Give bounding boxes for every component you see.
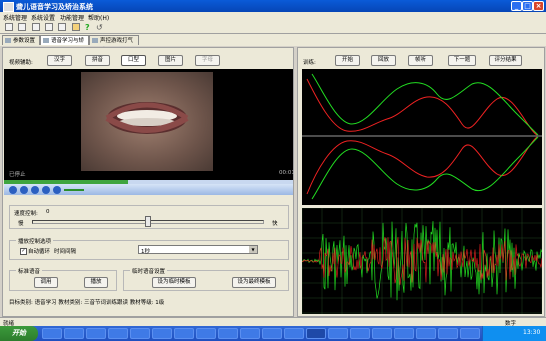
auto-loop-checkbox[interactable]: ✓ (20, 248, 27, 255)
right-panel: 训练: 开始 回放 帧听 下一题 评分结果 (297, 47, 545, 317)
tab-balloon-game[interactable]: 声控游戏打气球 (89, 35, 139, 54)
player-time: 00:01 (279, 170, 295, 176)
speed-label: 速度控制: (14, 211, 38, 217)
chevron-down-icon[interactable]: ▼ (249, 246, 257, 253)
play-icon[interactable] (9, 186, 17, 194)
slow-label: 慢 (18, 221, 24, 227)
set-temp-template-button[interactable]: 设为临时模板 (152, 277, 196, 288)
tab-parameters-label: 参数设置 (13, 38, 36, 44)
speed-value: 0 (46, 209, 50, 215)
forward-icon[interactable] (42, 186, 50, 194)
task-item-active[interactable] (306, 328, 326, 339)
set-final-template-button[interactable]: 设为最终模板 (232, 277, 276, 288)
task-item-17[interactable] (438, 328, 458, 339)
mouth-video (81, 72, 213, 171)
speed-slider-thumb[interactable] (145, 216, 151, 227)
quicklaunch-1[interactable] (42, 328, 62, 339)
playback-group: 播放控制选项 ✓ 自动循环 时间间隔 1秒 ▼ (9, 237, 289, 260)
replay-button[interactable]: 回放 (371, 55, 396, 66)
mute-icon[interactable] (53, 186, 61, 194)
pinyin-button[interactable]: 拼音 (85, 55, 110, 66)
tab-strip: 参数设置 语音学习与矫治 声控游戏打气球 (0, 34, 546, 54)
maximize-button[interactable]: □ (522, 1, 533, 11)
toolbar: ? ↺ (0, 21, 546, 34)
picture-button[interactable]: 图片 (158, 55, 183, 66)
rewind-icon[interactable] (31, 186, 39, 194)
tab-speech-training[interactable]: 语音学习与矫治 (40, 35, 89, 54)
title-bar: 聋儿语音学习及矫治系统 _ □ × (0, 0, 546, 12)
player-status: 已停止 (9, 172, 26, 178)
target-info: 目标类别: 语音学习 教材类别: 三音节词训练跟读 教材等级: 1级 (9, 300, 165, 306)
volume-slider[interactable] (64, 189, 84, 191)
play-standard-button[interactable]: 播放 (84, 277, 108, 288)
task-item-14[interactable] (372, 328, 392, 339)
toolbar-list-icon[interactable] (45, 23, 53, 31)
minimize-button[interactable]: _ (511, 1, 522, 11)
standard-voice-group: 标准语音 调用 播放 (9, 267, 117, 291)
task-item-5[interactable] (152, 328, 172, 339)
player-controls (4, 184, 293, 195)
pitch-plot-background (302, 69, 542, 205)
interval-select-value: 1秒 (141, 249, 150, 255)
training-label: 训练: (303, 60, 316, 66)
task-item-10[interactable] (262, 328, 282, 339)
task-item-2[interactable] (86, 328, 106, 339)
task-item-13[interactable] (350, 328, 370, 339)
mouth-shape-image (105, 102, 189, 134)
system-tray: 13:30 (482, 326, 546, 341)
tab-balloon-game-icon (92, 38, 98, 43)
interval-select[interactable]: 1秒 ▼ (138, 245, 258, 255)
left-panel: 视频辅助: 汉字 拼音 口型 图片 字母 已停止 00:01 速度控制: 0 慢… (2, 47, 295, 317)
task-item-7[interactable] (196, 328, 216, 339)
mouth-shape-button[interactable]: 口型 (121, 55, 146, 66)
next-button[interactable]: 下一题 (448, 55, 476, 66)
task-item-6[interactable] (174, 328, 194, 339)
close-button[interactable]: × (533, 1, 544, 11)
window-title: 聋儿语音学习及矫治系统 (16, 3, 93, 11)
toolbar-sheet-icon[interactable] (58, 23, 66, 31)
standard-voice-title: 标准语音 (16, 267, 43, 275)
toolbar-exit-icon[interactable]: ↺ (96, 23, 104, 32)
toolbar-help-icon[interactable]: ? (85, 23, 93, 32)
toolbar-doc-icon[interactable] (18, 23, 26, 31)
toolbar-edit-icon[interactable] (72, 23, 80, 31)
task-item-16[interactable] (416, 328, 436, 339)
task-item-9[interactable] (240, 328, 260, 339)
stop-icon[interactable] (20, 186, 28, 194)
tab-speech-training-icon (43, 38, 49, 43)
task-item-15[interactable] (394, 328, 414, 339)
toolbar-grid-icon[interactable] (5, 23, 13, 31)
task-item-3[interactable] (108, 328, 128, 339)
speed-group: 速度控制: 0 慢 快 (9, 205, 289, 229)
clock: 13:30 (523, 329, 541, 336)
load-button[interactable]: 调用 (34, 277, 58, 288)
task-item-1[interactable] (64, 328, 84, 339)
task-item-8[interactable] (218, 328, 238, 339)
temp-voice-title: 临时语音设置 (130, 267, 168, 275)
interval-label: 时间间隔 (54, 249, 77, 255)
hanzi-button[interactable]: 汉字 (47, 55, 72, 66)
task-item-4[interactable] (130, 328, 150, 339)
playback-group-title: 播放控制选项 (16, 237, 54, 245)
app-icon (3, 2, 14, 12)
waveform-plot (302, 208, 542, 314)
task-item-11[interactable] (284, 328, 304, 339)
auto-loop-label: 自动循环 (28, 249, 51, 255)
score-button[interactable]: 评分结果 (489, 55, 522, 66)
pitch-plot (302, 69, 542, 205)
tab-parameters[interactable]: 参数设置 (2, 35, 40, 45)
video-area[interactable]: 已停止 00:01 (4, 69, 295, 180)
task-item-12[interactable] (328, 328, 348, 339)
temp-voice-group: 临时语音设置 设为临时模板 设为最终模板 (123, 267, 289, 291)
start-button-taskbar[interactable]: 开始 (0, 326, 38, 341)
fast-label: 快 (272, 221, 278, 227)
listen-button[interactable]: 帧听 (408, 55, 433, 66)
tab-parameters-icon (5, 38, 11, 43)
toolbar-doc2-icon[interactable] (32, 23, 40, 31)
start-button[interactable]: 开始 (335, 55, 360, 66)
menu-bar: 系统管理 系统设置 功能管理 帮助(H) (0, 12, 546, 22)
video-aid-label: 视频辅助: (9, 60, 33, 66)
task-item-18[interactable] (460, 328, 480, 339)
letter-button[interactable]: 字母 (195, 55, 220, 66)
